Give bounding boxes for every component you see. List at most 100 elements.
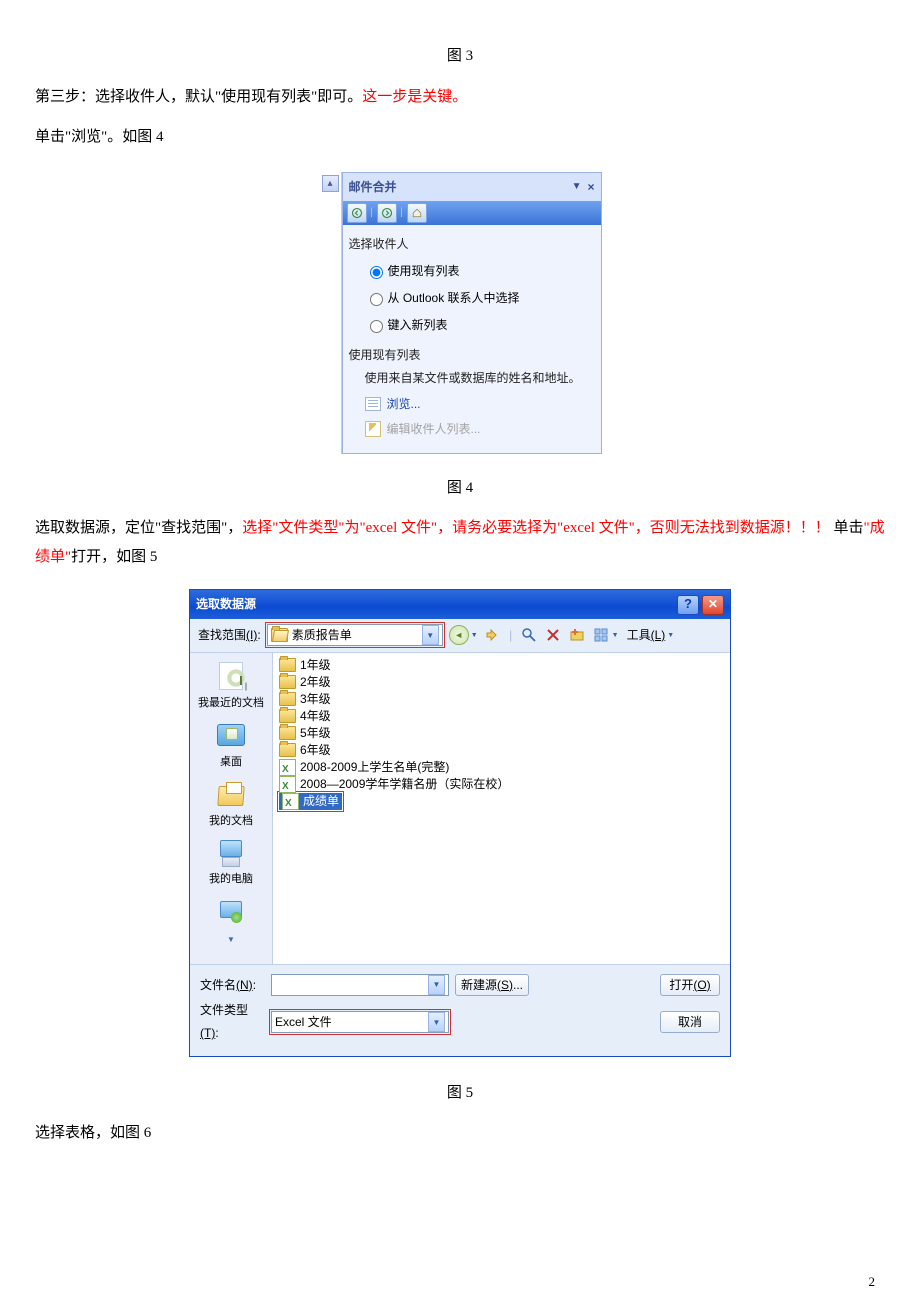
- place-mypc-label: 我的电脑: [209, 869, 253, 890]
- list-item[interactable]: 2008—2009学年学籍名册（实际在校）: [279, 776, 724, 793]
- item-label: 成绩单: [303, 790, 339, 813]
- file-dialog: 选取数据源 ? ✕ 查找范围(I): 素质报告单 ▼ ◄ ▼ | ▼ 工具(L)…: [189, 589, 731, 1057]
- place-mypc[interactable]: 我的电脑: [190, 835, 272, 892]
- nav-back-icon[interactable]: [347, 203, 367, 223]
- fig3-caption: 图 3: [35, 42, 885, 71]
- views-dropdown[interactable]: ▼: [612, 629, 619, 642]
- panel-titlebar: 邮件合并 ▼ ×: [343, 173, 601, 202]
- views-button[interactable]: [592, 626, 610, 644]
- delete-button[interactable]: [544, 626, 562, 644]
- page-number: 2: [869, 1270, 876, 1295]
- filename-combo[interactable]: ▼: [271, 974, 449, 996]
- fig5-caption: 图 5: [35, 1079, 885, 1108]
- section-use-existing: 使用现有列表: [349, 344, 595, 367]
- list-item-selected[interactable]: 成绩单: [279, 793, 342, 810]
- dialog-titlebar: 选取数据源 ? ✕: [190, 590, 730, 619]
- mypc-icon: [215, 837, 247, 867]
- chevron-down-icon[interactable]: ▼: [428, 1012, 445, 1032]
- para-step3-b: 这一步是关键。: [362, 89, 467, 105]
- list-item[interactable]: 2年级: [279, 674, 724, 691]
- filetype-combo[interactable]: Excel 文件 ▼: [271, 1011, 449, 1033]
- list-item[interactable]: 4年级: [279, 708, 724, 725]
- tools-menu[interactable]: 工具(L): [627, 624, 666, 647]
- edit-link-text: 编辑收件人列表...: [387, 418, 481, 441]
- edit-icon: [365, 421, 381, 437]
- para-step3-a: 第三步：选择收件人，默认"使用现有列表"即可。: [35, 89, 362, 105]
- newfolder-button[interactable]: [568, 626, 586, 644]
- place-desktop-label: 桌面: [220, 752, 242, 773]
- cancel-button[interactable]: 取消: [660, 1011, 720, 1033]
- nav-forward-icon[interactable]: [377, 203, 397, 223]
- lookin-combo[interactable]: 素质报告单 ▼: [267, 624, 443, 646]
- excel-icon: [282, 793, 299, 810]
- radio-existing-list[interactable]: 使用现有列表: [365, 260, 597, 283]
- radio-outlook-input[interactable]: [370, 293, 383, 306]
- para3-c: 单击: [830, 520, 864, 536]
- excel-icon: [279, 776, 296, 793]
- radio-new-label: 键入新列表: [388, 314, 448, 337]
- radio-outlook[interactable]: 从 Outlook 联系人中选择: [365, 287, 597, 310]
- folder-icon: [279, 726, 296, 740]
- para3-a: 选取数据源，定位"查找范围"，: [35, 520, 242, 536]
- back-dropdown[interactable]: ▼: [471, 629, 478, 642]
- radio-outlook-label: 从 Outlook 联系人中选择: [388, 287, 520, 310]
- place-more[interactable]: ▼: [190, 894, 272, 957]
- close-button[interactable]: ✕: [702, 595, 724, 615]
- back-button[interactable]: ◄: [449, 625, 469, 645]
- chevron-down-icon[interactable]: ▼: [428, 975, 445, 995]
- panel-close-icon[interactable]: ×: [587, 176, 594, 199]
- folder-open-icon: [271, 628, 288, 642]
- para-click-browse: 单击"浏览"。如图 4: [35, 123, 885, 152]
- place-recent-label: 我最近的文档: [198, 693, 264, 714]
- network-icon: [215, 898, 247, 928]
- radio-existing-label: 使用现有列表: [388, 260, 460, 283]
- mydocs-icon: [215, 779, 247, 809]
- dialog-title: 选取数据源: [196, 593, 674, 616]
- place-desktop[interactable]: 桌面: [190, 718, 272, 775]
- section-select-recipients: 选择收件人: [349, 233, 595, 256]
- places-bar: 我最近的文档 桌面 我的文档 我的电脑 ▼: [190, 653, 273, 964]
- panel-dropdown-icon[interactable]: ▼: [572, 177, 582, 196]
- search-button[interactable]: [520, 626, 538, 644]
- desktop-icon: [215, 720, 247, 750]
- place-recent[interactable]: 我最近的文档: [190, 659, 272, 716]
- file-list[interactable]: 1年级 2年级 3年级 4年级 5年级 6年级 2008-2009上学生名单(完…: [273, 653, 730, 964]
- newsource-button[interactable]: 新建源(S)...: [455, 974, 529, 996]
- chevron-down-icon[interactable]: ▼: [422, 625, 439, 645]
- list-item[interactable]: 3年级: [279, 691, 724, 708]
- doc-ruler-edge: ▴: [319, 172, 342, 454]
- mail-merge-panel: ▴ 邮件合并 ▼ × | | 选择收件人 使用现有列表: [319, 172, 602, 454]
- excel-icon: [279, 759, 296, 776]
- place-mydocs[interactable]: 我的文档: [190, 777, 272, 834]
- tools-dropdown[interactable]: ▼: [667, 629, 674, 642]
- folder-icon: [279, 658, 296, 672]
- nav-home-icon[interactable]: [407, 203, 427, 223]
- list-item[interactable]: 1年级: [279, 657, 724, 674]
- folder-icon: [279, 709, 296, 723]
- lookin-label: 查找范围(I):: [198, 624, 261, 647]
- list-item[interactable]: 5年级: [279, 725, 724, 742]
- radio-existing-input[interactable]: [370, 266, 383, 279]
- up-button[interactable]: [484, 626, 502, 644]
- dialog-toolbar: 查找范围(I): 素质报告单 ▼ ◄ ▼ | ▼ 工具(L) ▼: [190, 619, 730, 653]
- toolbar-sep: |: [508, 626, 514, 644]
- para3-b: 选择"文件类型"为"excel 文件"，请务必要选择为"excel 文件"，否则…: [242, 520, 830, 536]
- help-button[interactable]: ?: [677, 595, 699, 615]
- more-arrow-icon: ▼: [227, 932, 235, 947]
- browse-link[interactable]: 浏览...: [365, 393, 597, 416]
- nav-sep: |: [369, 203, 375, 221]
- browse-icon: [365, 397, 381, 411]
- panel-title: 邮件合并: [349, 176, 572, 199]
- para-select-datasource: 选取数据源，定位"查找范围"，选择"文件类型"为"excel 文件"，请务必要选…: [35, 514, 885, 571]
- open-button[interactable]: 打开(O): [660, 974, 720, 996]
- existing-desc: 使用来自某文件或数据库的姓名和地址。: [365, 370, 597, 387]
- browse-link-text[interactable]: 浏览...: [387, 393, 421, 416]
- folder-icon: [279, 743, 296, 757]
- nav-sep: |: [399, 203, 405, 221]
- radio-new-list[interactable]: 键入新列表: [365, 314, 597, 337]
- filetype-value: Excel 文件: [275, 1011, 424, 1034]
- panel-nav: | |: [343, 201, 601, 225]
- radio-new-input[interactable]: [370, 320, 383, 333]
- dialog-bottom: 文件名(N): ▼ 新建源(S)... 打开(O) 文件类型(T): Excel…: [190, 964, 730, 1056]
- scroll-up-button[interactable]: ▴: [322, 175, 339, 192]
